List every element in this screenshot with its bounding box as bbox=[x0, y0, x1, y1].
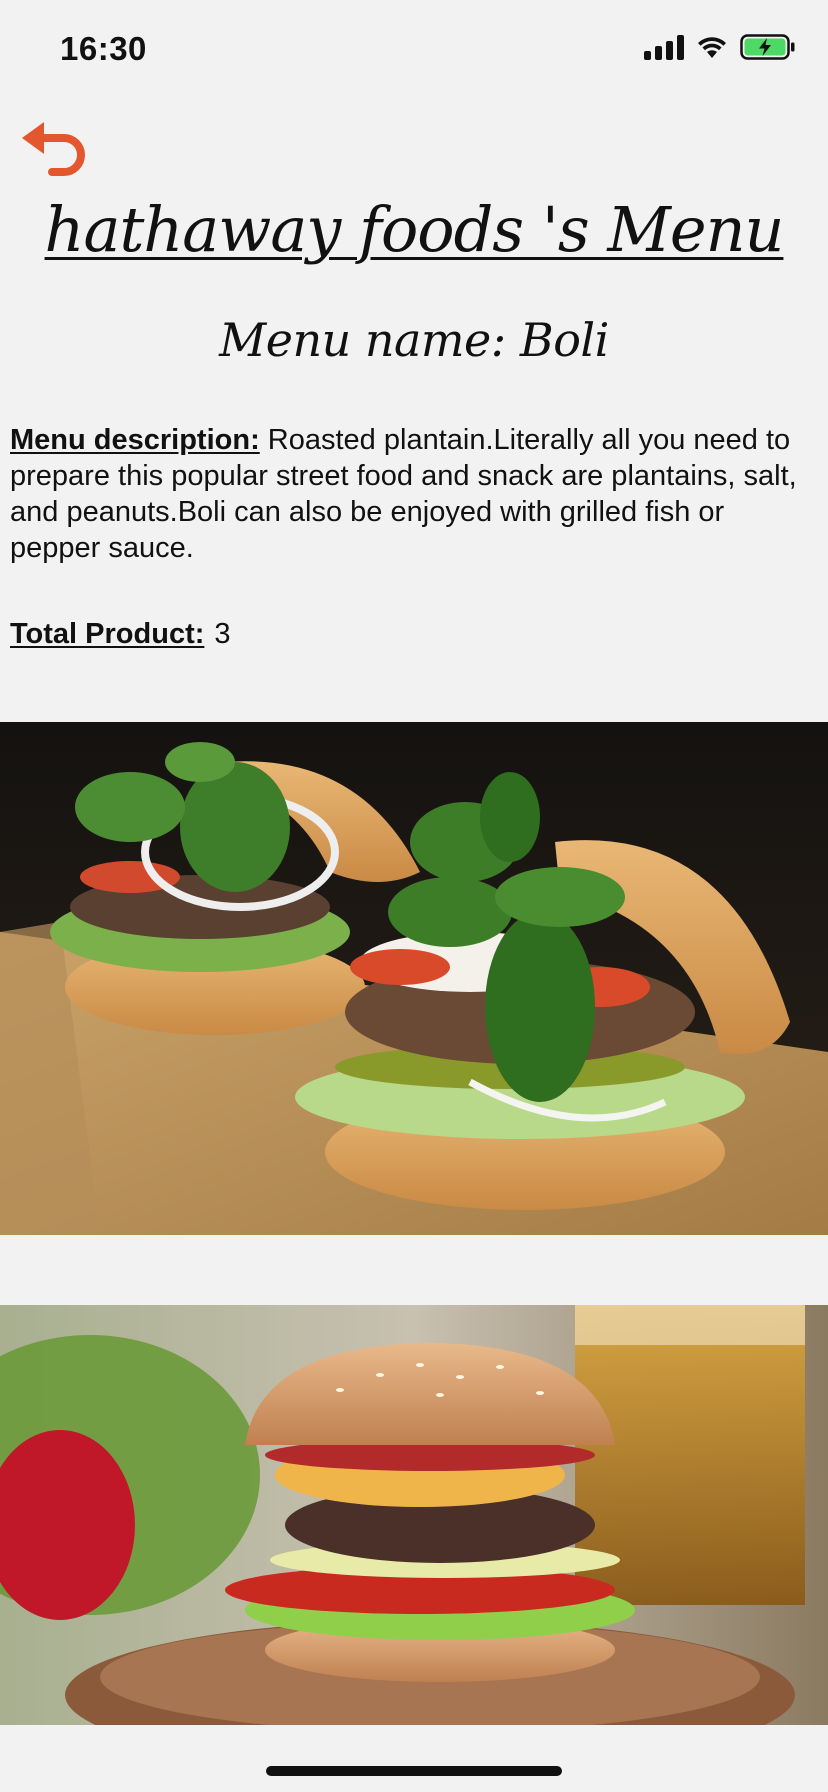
total-product-value: 3 bbox=[214, 618, 231, 650]
screen: 16:30 hathaway foods 's Menu Menu name: … bbox=[0, 0, 828, 1792]
wifi-icon bbox=[696, 34, 728, 60]
menu-description-label: Menu description: bbox=[10, 424, 260, 456]
back-button[interactable] bbox=[18, 118, 90, 182]
menu-name-label: Menu name: bbox=[219, 313, 506, 367]
status-bar: 16:30 bbox=[0, 0, 828, 100]
cellular-signal-icon bbox=[644, 34, 684, 60]
battery-charging-icon bbox=[740, 34, 796, 60]
menu-name-value: Boli bbox=[519, 313, 609, 367]
status-time: 16:30 bbox=[60, 30, 147, 67]
product-image-cheeseburger[interactable] bbox=[0, 1305, 828, 1725]
total-product-row: Total Product: 3 bbox=[10, 616, 231, 652]
product-image-burger-basil[interactable] bbox=[0, 722, 828, 1235]
restaurant-menu-title: hathaway foods 's Menu bbox=[44, 193, 785, 266]
total-product-label: Total Product: bbox=[10, 618, 205, 650]
menu-description: Menu description: Roasted plantain.Liter… bbox=[10, 422, 818, 566]
home-indicator[interactable] bbox=[266, 1766, 562, 1776]
menu-name: Menu name: Boli bbox=[0, 308, 828, 372]
status-icons bbox=[644, 34, 796, 60]
undo-arrow-icon bbox=[22, 122, 85, 176]
